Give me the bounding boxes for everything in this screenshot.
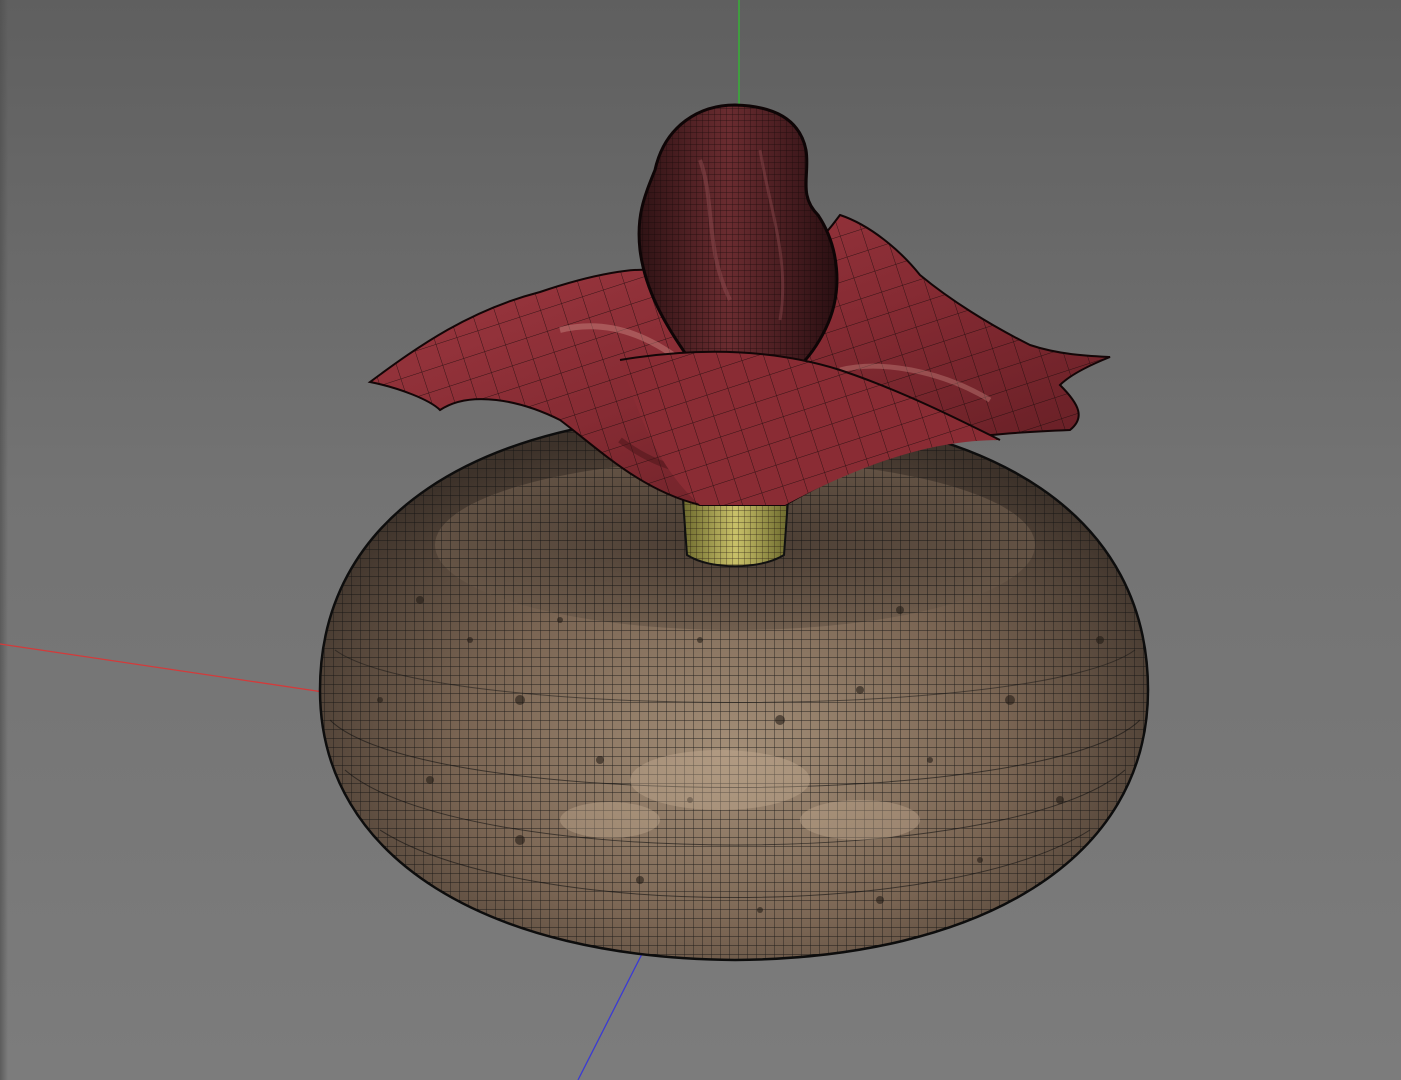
- stem-mesh[interactable]: [681, 499, 790, 568]
- 3d-viewport[interactable]: [0, 0, 1401, 1080]
- x-axis-line: [0, 643, 331, 694]
- scene-canvas[interactable]: [0, 0, 1401, 1080]
- z-axis-line: [577, 947, 646, 1080]
